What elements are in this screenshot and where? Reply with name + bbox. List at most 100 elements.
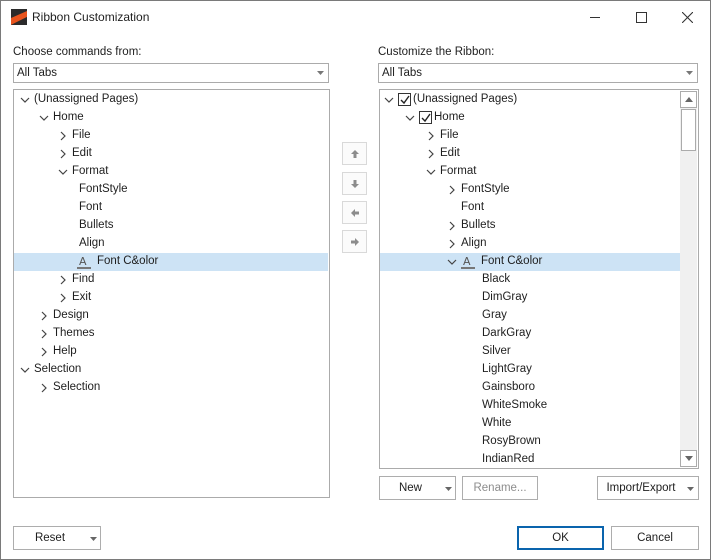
tree-node[interactable]: Gainsboro [380,379,680,397]
scroll-down-button[interactable] [680,450,697,467]
tree-node[interactable]: Edit [380,145,680,163]
tree-node[interactable]: Format [14,163,328,181]
chevron-right-icon[interactable] [58,275,68,285]
chevron-right-icon[interactable] [39,329,49,339]
chevron-down-icon[interactable] [39,113,49,123]
tree-node[interactable]: Black [380,271,680,289]
tree-node[interactable]: Silver [380,343,680,361]
tree-node[interactable]: (Unassigned Pages) [380,91,680,109]
tree-node[interactable]: Themes [14,325,328,343]
tree-node[interactable]: Help [14,343,328,361]
chevron-down-icon[interactable] [447,257,457,267]
ribbon-tree[interactable]: (Unassigned Pages) Home File Edit Format Font… [379,89,699,469]
scroll-up-button[interactable] [680,91,697,108]
chevron-right-icon[interactable] [447,185,457,195]
tree-node[interactable]: Find [14,271,328,289]
tree-node[interactable]: Align [380,235,680,253]
move-right-button[interactable] [342,230,367,253]
tree-node[interactable]: Selection [14,361,328,379]
chevron-right-icon[interactable] [39,311,49,321]
tree-node[interactable]: Font [14,199,328,217]
tree-node[interactable]: IndianRed [380,451,680,468]
chevron-down-icon[interactable] [58,167,68,177]
chevron-right-icon[interactable] [39,383,49,393]
tree-node[interactable]: RosyBrown [380,433,680,451]
tree-node[interactable]: A Font C&olor [380,253,680,271]
ribbon-source-combo[interactable]: All Tabs [378,63,698,83]
move-down-button[interactable] [342,172,367,195]
new-button[interactable]: New [379,476,456,500]
tree-node[interactable]: Home [14,109,328,127]
tree-node[interactable]: File [14,127,328,145]
tree-node[interactable]: Font [380,199,680,217]
ok-button[interactable]: OK [517,526,604,550]
tree-node[interactable]: Align [14,235,328,253]
scroll-thumb[interactable] [681,109,696,151]
tree-node[interactable]: Home [380,109,680,127]
tree-node-label: Silver [482,345,511,357]
tree-node[interactable]: Selection [14,379,328,397]
tree-node-label: FontStyle [461,183,510,195]
tree-node[interactable]: White [380,415,680,433]
tree-node[interactable]: Exit [14,289,328,307]
chevron-right-icon[interactable] [447,221,457,231]
tree-node[interactable]: (Unassigned Pages) [14,91,328,109]
move-up-button[interactable] [342,142,367,165]
tree-node[interactable]: Gray [380,307,680,325]
title-bar: Ribbon Customization [1,1,710,33]
cancel-button[interactable]: Cancel [611,526,699,550]
tree-node[interactable]: Design [14,307,328,325]
tree-node[interactable]: Edit [14,145,328,163]
tree-node-label: Format [440,165,477,177]
tree-node[interactable]: File [380,127,680,145]
tree-node[interactable]: DimGray [380,289,680,307]
ok-button-label: OK [552,532,569,544]
tree-node-label: Font C&olor [97,255,159,267]
chevron-right-icon[interactable] [58,293,68,303]
node-checkbox[interactable] [398,93,411,106]
maximize-button[interactable] [618,1,664,33]
tree-node-label: WhiteSmoke [482,399,548,411]
ribbon-tree-scrollbar[interactable] [680,91,697,467]
chevron-down-icon[interactable] [405,113,415,123]
chevron-right-icon[interactable] [447,239,457,249]
rename-button[interactable]: Rename... [462,476,538,500]
reset-button[interactable]: Reset [13,526,101,550]
chevron-right-icon[interactable] [39,347,49,357]
tree-node-label: Themes [53,327,95,339]
commands-source-combo[interactable]: All Tabs [13,63,329,83]
tree-node[interactable]: A Font C&olor [14,253,328,271]
node-checkbox[interactable] [419,111,432,124]
chevron-down-icon[interactable] [426,167,436,177]
move-left-button[interactable] [342,201,367,224]
tree-node[interactable]: FontStyle [14,181,328,199]
close-button[interactable] [664,1,710,33]
tree-node[interactable]: Bullets [14,217,328,235]
chevron-right-icon[interactable] [426,131,436,141]
ribbon-customization-dialog: Ribbon Customization Choose commands fro… [0,0,711,560]
tree-node[interactable]: FontStyle [380,181,680,199]
chevron-down-icon[interactable] [20,95,30,105]
tree-node[interactable]: Bullets [380,217,680,235]
minimize-button[interactable] [572,1,618,33]
tree-node-label: Font [79,201,103,213]
commands-tree[interactable]: (Unassigned Pages) Home File Edit Format Font… [13,89,330,498]
tree-node[interactable]: DarkGray [380,325,680,343]
commands-source-value: All Tabs [17,67,58,79]
tree-node-label: Home [434,111,465,123]
tree-node-label: Selection [53,381,101,393]
chevron-down-icon[interactable] [20,365,30,375]
chevron-right-icon[interactable] [58,131,68,141]
tree-node[interactable]: WhiteSmoke [380,397,680,415]
tree-node-label: Font [461,201,485,213]
svg-text:A: A [463,255,471,268]
tree-node[interactable]: Format [380,163,680,181]
chevron-right-icon[interactable] [58,149,68,159]
tree-node[interactable]: LightGray [380,361,680,379]
chevron-right-icon[interactable] [426,149,436,159]
rename-button-label: Rename... [473,482,527,494]
import-export-button[interactable]: Import/Export [597,476,699,500]
chevron-down-icon [686,71,693,75]
arrow-down-icon [351,180,359,188]
chevron-down-icon[interactable] [384,95,394,105]
